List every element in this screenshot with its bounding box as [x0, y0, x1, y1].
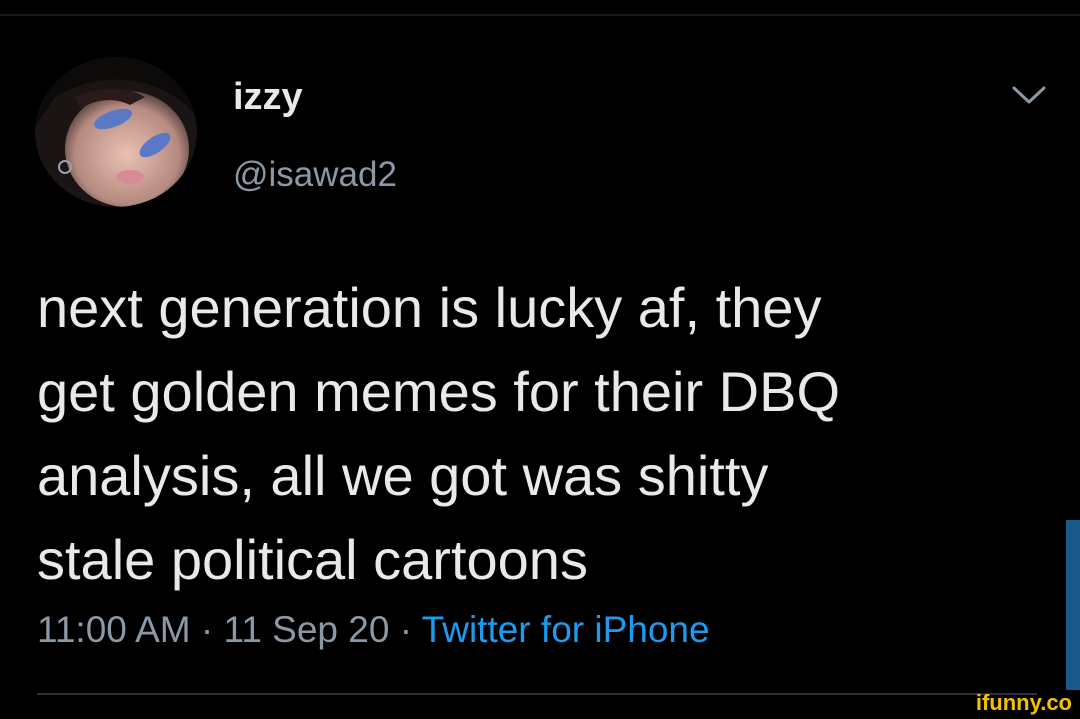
tweet-metadata: 11:00 AM · 11 Sep 20 · Twitter for iPhon…: [37, 604, 710, 656]
display-name[interactable]: izzy: [233, 72, 303, 122]
tweet-date[interactable]: 11 Sep 20: [223, 609, 389, 650]
chevron-down-icon[interactable]: [1008, 80, 1050, 110]
avatar-photo-icon: [35, 57, 197, 207]
tweet-time[interactable]: 11:00 AM: [37, 609, 191, 650]
avatar[interactable]: [35, 57, 197, 207]
ifunny-watermark: ifunny.co: [975, 690, 1072, 715]
top-divider: [0, 14, 1080, 16]
tweet-text-line: get golden memes for their DBQ: [37, 360, 841, 423]
user-handle[interactable]: @isawad2: [233, 150, 397, 200]
meta-separator: ·: [190, 609, 224, 650]
tweet-screenshot: izzy @isawad2 next generation is lucky a…: [0, 0, 1080, 719]
tweet-text: next generation is lucky af, they get go…: [37, 266, 1047, 602]
scrollbar[interactable]: [1066, 520, 1080, 690]
tweet-source-link[interactable]: Twitter for iPhone: [422, 609, 710, 650]
tweet-text-line: next generation is lucky af, they: [37, 276, 822, 339]
meta-separator: ·: [389, 609, 422, 650]
bottom-divider: [37, 693, 1037, 695]
tweet-text-line: stale political cartoons: [37, 528, 588, 591]
tweet-text-line: analysis, all we got was shitty: [37, 444, 769, 507]
